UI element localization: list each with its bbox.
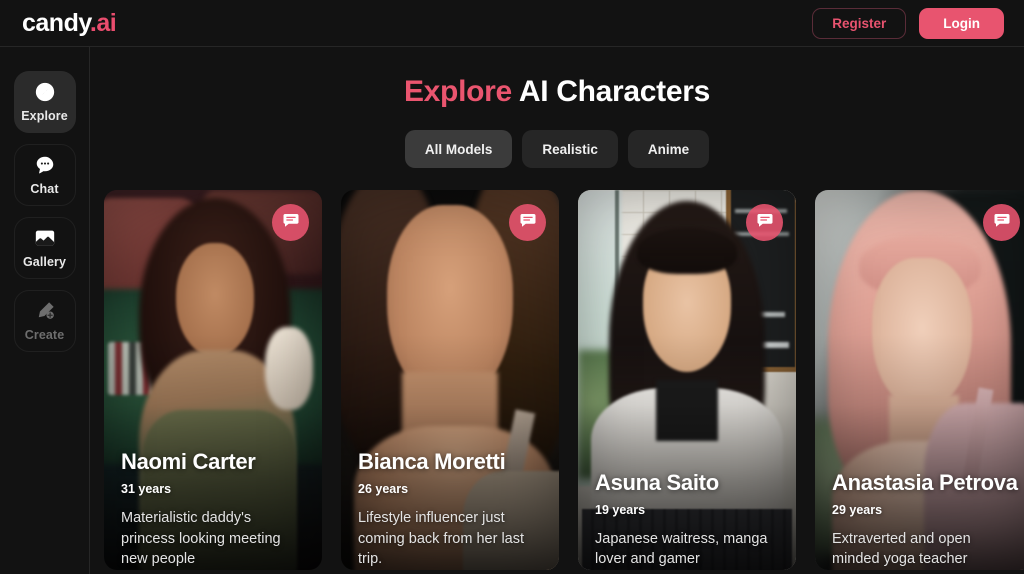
- card-info: Bianca Moretti 26 years Lifestyle influe…: [358, 450, 545, 570]
- compass-icon: [34, 81, 56, 103]
- sidebar-item-explore[interactable]: Explore: [13, 71, 76, 133]
- header-actions: Register Login: [812, 7, 1004, 39]
- chat-bubble-icon: [519, 211, 537, 234]
- model-filter-tabs: All Models Realistic Anime: [90, 130, 1024, 168]
- card-age: 29 years: [832, 502, 883, 517]
- sidebar-label-explore: Explore: [21, 109, 68, 123]
- sidebar-item-gallery[interactable]: Gallery: [13, 217, 76, 279]
- candy-ai-page: candy.ai Register Login Explore Chat Gal…: [0, 0, 1024, 574]
- pencil-plus-icon: [34, 300, 56, 322]
- tab-all-models[interactable]: All Models: [404, 130, 513, 168]
- sidebar-label-gallery: Gallery: [22, 255, 67, 269]
- card-info: Anastasia Petrova 29 years Extraverted a…: [832, 469, 1019, 570]
- page-title-rest: AI Characters: [511, 75, 711, 108]
- image-icon: [34, 227, 56, 249]
- card-description: Materialistic daddy's princess looking m…: [121, 510, 281, 568]
- register-button[interactable]: Register: [812, 7, 907, 39]
- login-button[interactable]: Login: [919, 7, 1004, 39]
- chat-badge-button[interactable]: [509, 204, 546, 241]
- sidebar-label-chat: Chat: [30, 182, 59, 196]
- chat-bubble-icon: [34, 154, 56, 176]
- chat-bubble-icon: [282, 211, 300, 234]
- card-name: Anastasia Petrova: [832, 469, 1018, 495]
- sidebar-label-create: Create: [24, 328, 65, 342]
- card-name: Asuna Saito: [595, 469, 719, 495]
- chat-bubble-icon: [993, 211, 1011, 234]
- card-info: Asuna Saito 19 years Japanese waitress, …: [595, 469, 782, 570]
- card-description: Japanese waitress, manga lover and gamer: [595, 530, 768, 568]
- card-description: Lifestyle influencer just coming back fr…: [358, 510, 525, 568]
- sidebar-item-create[interactable]: Create: [13, 290, 76, 352]
- page-title-accent: Explore: [403, 75, 512, 108]
- chat-badge-button[interactable]: [272, 204, 309, 241]
- character-card[interactable]: Asuna Saito 19 years Japanese waitress, …: [578, 190, 796, 570]
- character-card[interactable]: Bianca Moretti 26 years Lifestyle influe…: [341, 190, 559, 570]
- card-name: Naomi Carter: [121, 449, 256, 475]
- logo-main-text: candy: [22, 8, 90, 37]
- card-name: Bianca Moretti: [358, 449, 506, 475]
- tab-realistic[interactable]: Realistic: [522, 130, 618, 168]
- card-age: 19 years: [595, 502, 646, 517]
- brand-logo[interactable]: candy.ai: [22, 8, 117, 38]
- page-title: Explore AI Characters: [90, 75, 1024, 109]
- character-card[interactable]: Anastasia Petrova 29 years Extraverted a…: [815, 190, 1024, 570]
- card-age: 26 years: [358, 482, 409, 497]
- character-card[interactable]: Naomi Carter 31 years Materialistic dadd…: [104, 190, 322, 570]
- chat-badge-button[interactable]: [746, 204, 783, 241]
- logo-suffix-text: .ai: [89, 8, 117, 37]
- card-description: Extraverted and open minded yoga teacher: [832, 530, 971, 568]
- sidebar-item-chat[interactable]: Chat: [13, 144, 76, 206]
- chat-bubble-icon: [756, 211, 774, 234]
- top-header: candy.ai Register Login: [0, 0, 1024, 47]
- character-card-grid: Naomi Carter 31 years Materialistic dadd…: [90, 168, 1024, 570]
- card-age: 31 years: [121, 482, 172, 497]
- tab-anime[interactable]: Anime: [627, 130, 710, 168]
- card-info: Naomi Carter 31 years Materialistic dadd…: [121, 450, 308, 570]
- main-content: Explore AI Characters All Models Realist…: [90, 47, 1024, 574]
- chat-badge-button[interactable]: [983, 204, 1020, 241]
- left-sidebar: Explore Chat Gallery Create: [0, 47, 90, 574]
